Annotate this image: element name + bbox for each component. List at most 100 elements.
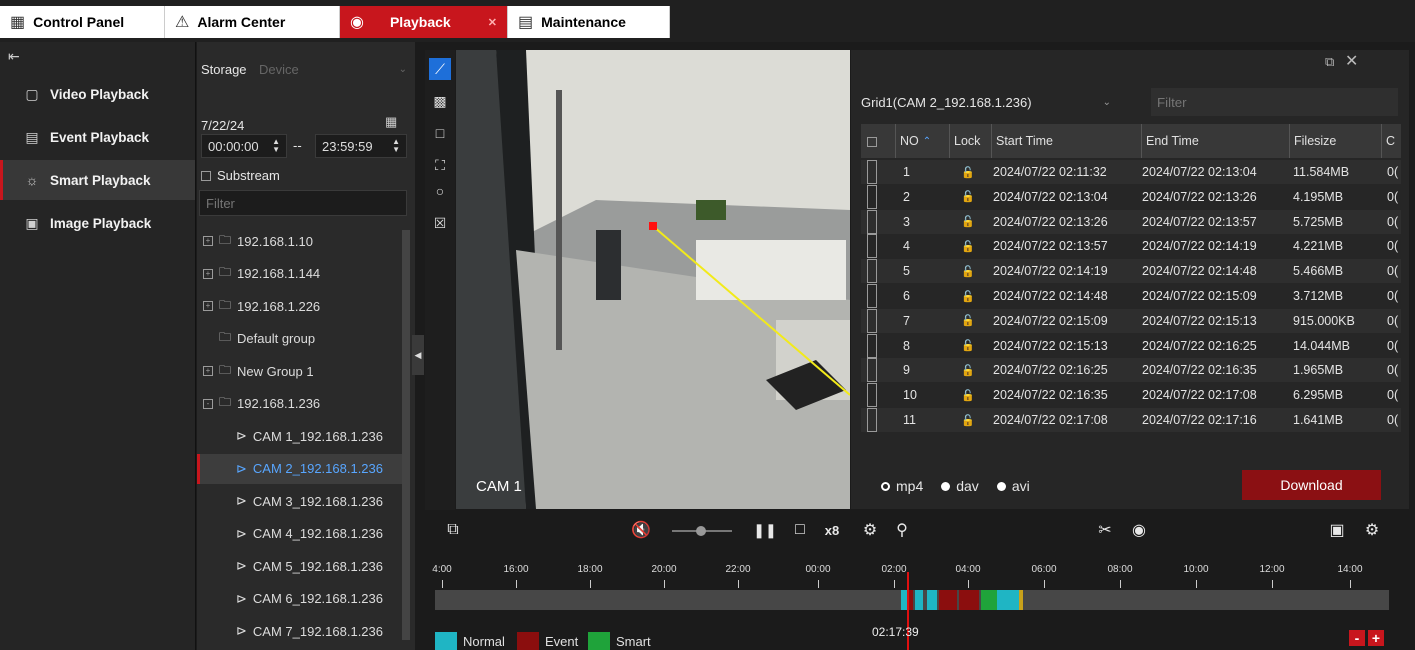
column-start-time[interactable]: Start Time (991, 124, 1141, 158)
close-tab-icon[interactable]: ✕ (488, 16, 497, 29)
calendar-icon[interactable]: ▦ (385, 114, 397, 130)
target-tool-icon[interactable]: ○ (429, 180, 451, 202)
device-tree-node[interactable]: + 🗀 192.168.1.10 (197, 226, 402, 256)
column-c[interactable]: C (1381, 124, 1401, 158)
expand-icon[interactable]: + (203, 366, 213, 376)
zoom-out-button[interactable]: - (1349, 630, 1365, 646)
device-tree-scrollbar[interactable] (402, 230, 410, 640)
timeline-settings-icon[interactable]: ⚙ (1360, 518, 1384, 542)
table-row[interactable]: 2 🔓 2024/07/22 02:13:04 2024/07/22 02:13:26… (861, 184, 1401, 209)
device-tree-node[interactable]: + 🗀 192.168.1.144 (197, 259, 402, 289)
collapse-panel-handle[interactable]: ◀ (412, 335, 424, 375)
camera-item[interactable]: ⊳ CAM 7_192.168.1.236 (197, 616, 402, 646)
normal-segment[interactable] (915, 590, 923, 610)
expand-icon[interactable]: - (203, 398, 213, 409)
table-row[interactable]: 11 🔓 2024/07/22 02:17:08 2024/07/22 02:17:1… (861, 408, 1401, 432)
nav-event-playback[interactable]: ▤ Event Playback (0, 117, 195, 157)
line-tool-icon[interactable]: ⟋ (429, 58, 451, 80)
speed-label[interactable]: x8 (820, 518, 844, 542)
event-segment[interactable] (909, 590, 913, 610)
column-no[interactable]: NO ⌃ (895, 124, 949, 158)
tab-control-panel[interactable]: ▦ Control Panel (0, 6, 165, 38)
end-time-field[interactable]: 23:59:59 ▲ ▼ (315, 134, 407, 158)
stop-icon[interactable]: □ (790, 518, 810, 542)
smart-segment[interactable] (981, 590, 997, 610)
expand-icon[interactable]: + (203, 301, 213, 311)
nav-video-playback[interactable]: ▢ Video Playback (0, 74, 195, 114)
spinner-icon[interactable]: ▲ ▼ (272, 138, 280, 154)
start-time-field[interactable]: 00:00:00 ▲ ▼ (201, 134, 287, 158)
volume-slider[interactable] (672, 526, 732, 536)
tab-maintenance[interactable]: ▤ Maintenance (508, 6, 670, 38)
camera-item[interactable]: ⊳ CAM 5_192.168.1.236 (197, 551, 402, 581)
device-tree-node[interactable]: + 🗀 192.168.1.226 (197, 291, 402, 321)
device-tree-node[interactable]: + 🗀 New Group 1 (197, 356, 402, 386)
table-row[interactable]: 1 🔓 2024/07/22 02:11:32 2024/07/22 02:13:04… (861, 160, 1401, 184)
tab-alarm-center[interactable]: ⚠ Alarm Center (165, 6, 340, 38)
table-row[interactable]: 9 🔓 2024/07/22 02:16:25 2024/07/22 02:16:35… (861, 358, 1401, 383)
fit-screen-icon[interactable]: ▣ (1325, 518, 1349, 542)
format-dav[interactable]: dav (941, 478, 979, 494)
spinner-icon[interactable]: ▲ ▼ (392, 138, 400, 154)
substream-checkbox[interactable]: Substream (201, 168, 280, 183)
record-table-body: 1 🔓 2024/07/22 02:11:32 2024/07/22 02:13:04… (861, 160, 1401, 432)
select-all-checkbox[interactable] (867, 135, 877, 150)
event-segment[interactable] (1019, 590, 1023, 610)
table-row[interactable]: 5 🔓 2024/07/22 02:14:19 2024/07/22 02:14:48… (861, 259, 1401, 284)
camera-item[interactable]: ⊳ CAM 4_192.168.1.236 (197, 519, 402, 549)
storage-select[interactable]: Device ⌄ (259, 56, 407, 82)
pause-icon[interactable]: ❚❚ (753, 518, 776, 542)
normal-segment[interactable] (997, 590, 1019, 610)
timeline-track[interactable] (435, 590, 1389, 610)
zoom-icon[interactable]: ⚲ (890, 518, 914, 542)
table-row[interactable]: 6 🔓 2024/07/22 02:14:48 2024/07/22 02:15:09… (861, 284, 1401, 308)
menu-collapse-icon[interactable]: ⇤ (8, 48, 20, 65)
area-tool-icon[interactable]: ▩ (429, 90, 451, 112)
camera-item[interactable]: ⊳ CAM 2_192.168.1.236 (197, 453, 402, 484)
nav-smart-playback[interactable]: ☼ Smart Playback (0, 160, 195, 200)
clear-tool-icon[interactable]: ☒ (429, 212, 451, 234)
format-avi[interactable]: avi (996, 478, 1030, 494)
column-filesize[interactable]: Filesize (1289, 124, 1381, 158)
snapshot-icon[interactable]: ◉ (1127, 518, 1151, 542)
camera-item[interactable]: ⊳ CAM 1_192.168.1.236 (197, 421, 402, 451)
download-button[interactable]: Download (1242, 470, 1381, 500)
timeline-tick-mark (1196, 580, 1197, 588)
mute-icon[interactable]: 🔇 (628, 518, 654, 542)
expand-icon[interactable]: + (203, 236, 213, 246)
settings-icon[interactable]: ⚙ (858, 518, 882, 542)
camera-item[interactable]: ⊳ CAM 3_192.168.1.236 (197, 486, 402, 516)
table-row[interactable]: 3 🔓 2024/07/22 02:13:26 2024/07/22 02:13:57… (861, 209, 1401, 234)
tab-playback[interactable]: ◉ Playback ✕ (340, 6, 508, 38)
grid-select[interactable]: Grid1(CAM 2_192.168.1.236) ⌄ (861, 88, 1111, 116)
device-filter-input[interactable] (199, 190, 407, 216)
rectangle-tool-icon[interactable]: □ (429, 122, 451, 144)
record-filter-input[interactable] (1151, 88, 1398, 116)
clear-all-icon[interactable]: ⧉ (440, 518, 466, 542)
normal-segment[interactable] (927, 590, 937, 610)
video-view[interactable]: CAM 1 (456, 50, 850, 509)
device-tree-node[interactable]: - 🗀 192.168.1.236 (197, 389, 402, 419)
zoom-in-button[interactable]: + (1368, 630, 1384, 646)
timeline-tick-label: 00:00 (805, 564, 831, 575)
clip-icon[interactable]: ✂ (1093, 518, 1117, 542)
expand-icon[interactable]: + (203, 268, 213, 279)
volume-handle[interactable] (696, 526, 706, 536)
fullscreen-tool-icon[interactable]: ⛶ (429, 154, 451, 176)
restore-window-icon[interactable]: ⧉ (1325, 54, 1334, 70)
format-mp4[interactable]: mp4 (881, 478, 923, 494)
camera-item[interactable]: ⊳ CAM 6_192.168.1.236 (197, 584, 402, 614)
table-row[interactable]: 4 🔓 2024/07/22 02:13:57 2024/07/22 02:14:19… (861, 234, 1401, 259)
table-row[interactable]: 10 🔓 2024/07/22 02:16:35 2024/07/22 02:17:0… (861, 383, 1401, 408)
date-field[interactable]: 7/22/24 (201, 118, 244, 133)
table-row[interactable]: 7 🔓 2024/07/22 02:15:09 2024/07/22 02:15:13… (861, 308, 1401, 333)
event-segment[interactable] (959, 590, 979, 610)
table-row[interactable]: 8 🔓 2024/07/22 02:15:13 2024/07/22 02:16:25… (861, 333, 1401, 358)
column-lock[interactable]: Lock (949, 124, 991, 158)
event-segment[interactable] (939, 590, 957, 610)
device-tree-node[interactable]: 🗀 Default group (197, 324, 402, 354)
nav-label: Event Playback (50, 129, 150, 145)
nav-image-playback[interactable]: ▣ Image Playback (0, 203, 195, 243)
close-icon[interactable]: ✕ (1345, 51, 1358, 71)
column-end-time[interactable]: End Time (1141, 124, 1289, 158)
